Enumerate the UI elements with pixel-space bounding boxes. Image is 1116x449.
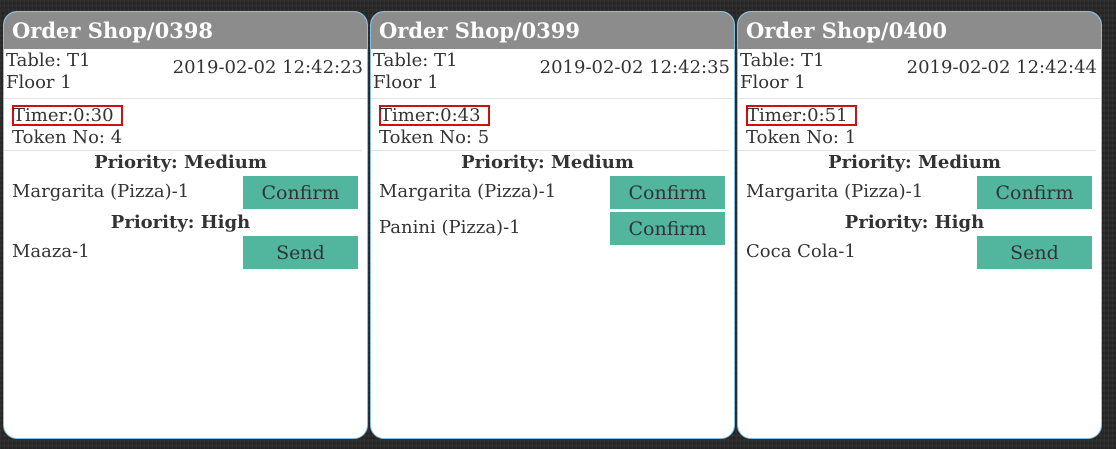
send-button[interactable]: Send <box>976 235 1093 270</box>
order-item: Margarita (Pizza)-1 Confirm <box>371 175 734 211</box>
token-label: Token No: 4 <box>4 127 362 151</box>
order-meta: Table: T1 Floor 1 2019-02-02 12:42:44 <box>738 49 1101 99</box>
order-meta: Table: T1 Floor 1 2019-02-02 12:42:23 <box>4 49 367 99</box>
item-name: Margarita (Pizza)-1 <box>12 181 190 202</box>
order-item: Coca Cola-1 Send <box>738 235 1101 271</box>
order-timestamp: 2019-02-02 12:42:35 <box>539 57 730 78</box>
priority-heading: Priority: Medium <box>828 152 1001 173</box>
confirm-button[interactable]: Confirm <box>976 175 1093 210</box>
order-title: Order Shop/0398 <box>4 12 367 49</box>
order-title: Order Shop/0400 <box>738 12 1101 49</box>
order-item: Margarita (Pizza)-1 Confirm <box>738 175 1101 211</box>
item-name: Maaza-1 <box>12 241 90 262</box>
item-name: Panini (Pizza)-1 <box>379 217 521 238</box>
table-label: Table: T1 <box>6 50 91 71</box>
send-button[interactable]: Send <box>242 235 359 270</box>
order-card: Order Shop/0398 Table: T1 Floor 1 2019-0… <box>3 11 368 439</box>
item-name: Margarita (Pizza)-1 <box>379 181 557 202</box>
priority-heading: Priority: Medium <box>461 152 634 173</box>
order-title: Order Shop/0399 <box>371 12 734 49</box>
floor-label: Floor 1 <box>373 72 439 93</box>
order-card: Order Shop/0399 Table: T1 Floor 1 2019-0… <box>370 11 735 439</box>
timer-row: Timer:0:30 <box>4 105 367 127</box>
order-item: Panini (Pizza)-1 Confirm <box>371 211 734 247</box>
confirm-button[interactable]: Confirm <box>242 175 359 210</box>
token-label: Token No: 5 <box>371 127 729 151</box>
floor-label: Floor 1 <box>740 72 806 93</box>
priority-heading: Priority: Medium <box>94 152 267 173</box>
table-label: Table: T1 <box>740 50 825 71</box>
confirm-button[interactable]: Confirm <box>609 211 726 246</box>
priority-heading: Priority: High <box>110 212 251 233</box>
order-timestamp: 2019-02-02 12:42:23 <box>172 57 363 78</box>
timer-row: Timer:0:51 <box>738 105 1101 127</box>
floor-label: Floor 1 <box>6 72 72 93</box>
order-meta: Table: T1 Floor 1 2019-02-02 12:42:35 <box>371 49 734 99</box>
table-label: Table: T1 <box>373 50 458 71</box>
confirm-button[interactable]: Confirm <box>609 175 726 210</box>
priority-heading: Priority: High <box>844 212 985 233</box>
item-name: Margarita (Pizza)-1 <box>746 181 924 202</box>
timer-label: Timer:0:51 <box>747 105 848 126</box>
token-label: Token No: 1 <box>738 127 1096 151</box>
item-name: Coca Cola-1 <box>746 241 856 262</box>
timer-row: Timer:0:43 <box>371 105 734 127</box>
order-item: Margarita (Pizza)-1 Confirm <box>4 175 367 211</box>
timer-label: Timer:0:43 <box>380 105 481 126</box>
order-card: Order Shop/0400 Table: T1 Floor 1 2019-0… <box>737 11 1102 439</box>
timer-label: Timer:0:30 <box>13 105 114 126</box>
order-item: Maaza-1 Send <box>4 235 367 271</box>
order-timestamp: 2019-02-02 12:42:44 <box>906 57 1097 78</box>
